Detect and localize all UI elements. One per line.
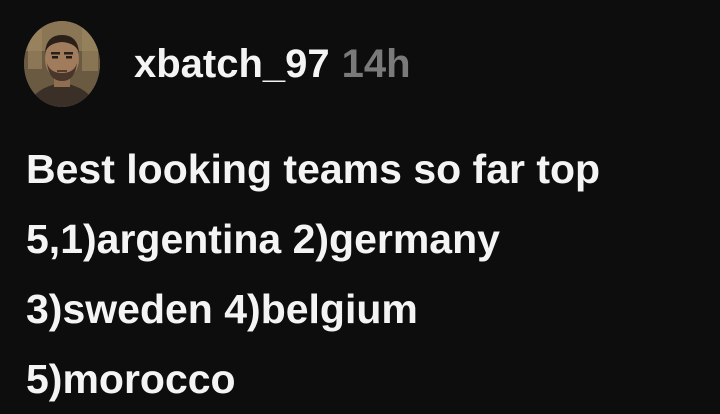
comment-text-line: 5)morocco <box>26 356 236 402</box>
comment-text-line: Best looking teams so far top <box>26 146 601 192</box>
avatar[interactable] <box>24 21 100 107</box>
comment-body: Best looking teams so far top 5,1)argent… <box>26 134 706 414</box>
timestamp: 14h <box>341 41 411 86</box>
user-avatar-icon <box>24 21 100 107</box>
comment-text-line: 3)sweden 4)belgium <box>26 286 418 332</box>
comment-meta: xbatch_97 14h <box>134 42 411 87</box>
comment-text-line: 5,1)argentina 2)germany <box>26 216 500 262</box>
comment-header: xbatch_97 14h <box>24 20 411 108</box>
username-link[interactable]: xbatch_97 <box>134 42 330 87</box>
comment-card: xbatch_97 14h Best looking teams so far … <box>0 0 720 403</box>
